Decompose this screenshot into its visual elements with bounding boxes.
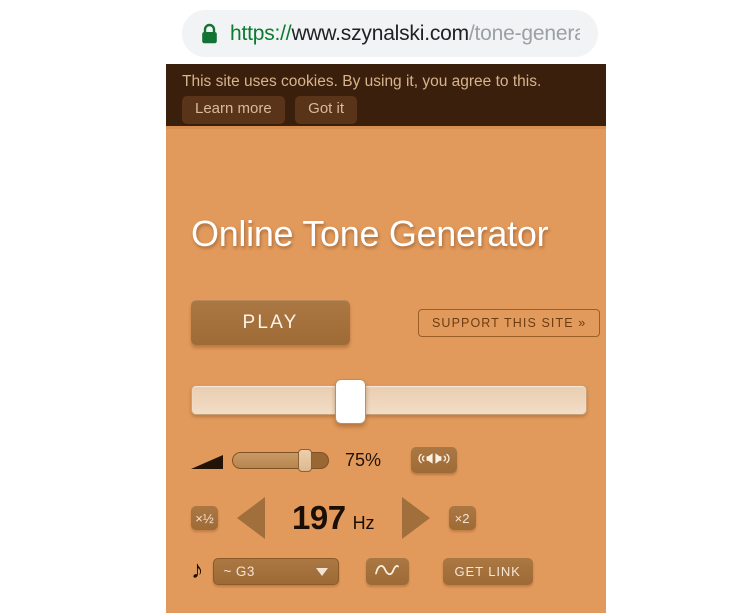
volume-row: 75% <box>166 415 606 473</box>
url-text: https://www.szynalski.com/tone-generato <box>230 22 580 46</box>
waveform-button[interactable] <box>365 558 409 585</box>
frequency-row: ×½ 197 Hz ×2 <box>166 473 606 539</box>
play-row: PLAY SUPPORT THIS SITE » <box>166 255 606 345</box>
support-this-site-button[interactable]: SUPPORT THIS SITE » <box>418 308 601 337</box>
volume-slider-thumb[interactable] <box>297 448 312 472</box>
lock-icon <box>200 23 219 45</box>
volume-slider-fill <box>233 452 304 468</box>
volume-triangle-icon <box>191 455 223 469</box>
play-button[interactable]: PLAY <box>191 300 350 345</box>
volume-percent-label: 75% <box>345 449 382 470</box>
frequency-slider[interactable] <box>191 379 587 424</box>
sine-wave-icon <box>374 562 400 581</box>
double-frequency-button[interactable]: ×2 <box>448 506 476 530</box>
chevron-down-icon <box>315 567 328 576</box>
frequency-unit: Hz <box>352 513 375 533</box>
frequency-display: 197 Hz <box>292 499 375 537</box>
frequency-slider-thumb[interactable] <box>335 379 367 424</box>
page-title: Online Tone Generator <box>191 213 549 254</box>
url-scheme: https:// <box>230 21 292 45</box>
tone-generator-page: This site uses cookies. By using it, you… <box>166 64 606 613</box>
learn-more-button[interactable]: Learn more <box>182 96 285 124</box>
url-path: /tone-generato <box>468 21 580 45</box>
half-frequency-button[interactable]: ×½ <box>191 506 218 530</box>
browser-url-bar: https://www.szynalski.com/tone-generato <box>182 10 598 57</box>
got-it-button[interactable]: Got it <box>295 96 358 124</box>
note-row: ♪ ~ G3 GET LINK <box>166 539 606 585</box>
url-host: www.szynalski.com <box>291 21 469 45</box>
increase-frequency-button[interactable] <box>401 497 430 539</box>
volume-slider[interactable] <box>232 448 329 472</box>
frequency-slider-track[interactable] <box>191 385 587 415</box>
url-input[interactable]: https://www.szynalski.com/tone-generato <box>182 10 598 57</box>
note-select-value: ~ G3 <box>223 564 255 579</box>
frequency-value: 197 <box>292 499 346 536</box>
note-select[interactable]: ~ G3 <box>212 558 339 585</box>
stereo-speakers-icon <box>418 451 450 469</box>
stereo-toggle-button[interactable] <box>411 447 458 473</box>
music-note-icon: ♪ <box>191 556 204 584</box>
decrease-frequency-button[interactable] <box>237 497 265 539</box>
cookie-consent-bar: This site uses cookies. By using it, you… <box>166 64 606 129</box>
frequency-slider-row <box>166 345 606 424</box>
get-link-button[interactable]: GET LINK <box>442 558 533 585</box>
cookie-message: This site uses cookies. By using it, you… <box>182 73 542 90</box>
